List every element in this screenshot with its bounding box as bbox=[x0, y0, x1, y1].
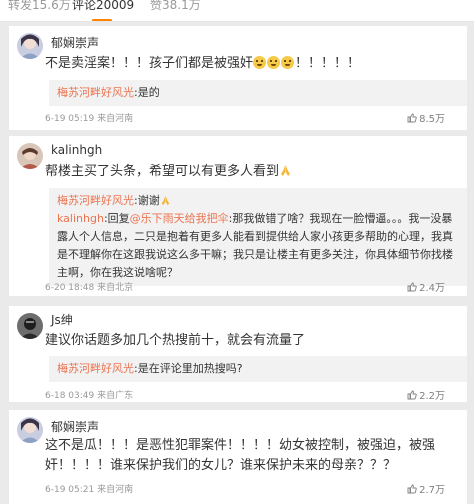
thumbs-up-icon bbox=[407, 282, 417, 292]
comment-text: 不是卖淫案！！！孩子们都是被强奸！！！！！ bbox=[45, 56, 361, 71]
reply-item: kalinhgh:回复@乐下雨天给我把伞:那我做错了啥？我现在一脸懵逼。。。我一… bbox=[57, 212, 453, 279]
tab-comments[interactable]: 评论20009 bbox=[72, 0, 134, 13]
grin-emoji-icon bbox=[253, 56, 267, 69]
like-button[interactable]: 2.4万 bbox=[407, 279, 445, 294]
comment-item: kalinhgh 帮楼主买了头条，希望可以有更多人看到 梅苏河畔好风光:谢谢 k… bbox=[9, 136, 467, 296]
reply-box: 梅苏河畔好风光:是在评论里加热搜吗? bbox=[49, 356, 467, 382]
reply-username[interactable]: 梅苏河畔好风光 bbox=[57, 194, 134, 207]
tab-reposts[interactable]: 转发15.6万 bbox=[8, 0, 71, 13]
comment-username[interactable]: kalinhgh bbox=[51, 143, 102, 157]
reply-username[interactable]: kalinhgh bbox=[57, 212, 104, 225]
reply-item: 梅苏河畔好风光:是的 bbox=[57, 86, 160, 99]
reply-username[interactable]: 梅苏河畔好风光 bbox=[57, 86, 134, 99]
avatar[interactable] bbox=[17, 313, 43, 339]
comment-text: 帮楼主买了头条，希望可以有更多人看到 bbox=[45, 162, 455, 182]
comment-text: 建议你话题多加几个热搜前十，就会有流量了 bbox=[45, 333, 306, 348]
comment-item: 郁娴崇声 这不是瓜！！！是恶性犯罪案件！！！！幼女被控制，被强迫，被强奸！！！！… bbox=[9, 410, 467, 504]
comment-meta: 6-19 05:19 来自河南 bbox=[45, 114, 134, 124]
comment-meta: 6-18 03:49 来自广东 bbox=[45, 391, 134, 401]
grin-emoji-icon bbox=[267, 56, 281, 69]
thumbs-up-icon bbox=[407, 390, 417, 400]
grin-emoji-icon bbox=[281, 56, 295, 69]
like-count: 8.5万 bbox=[419, 114, 445, 125]
like-button[interactable]: 2.2万 bbox=[407, 387, 445, 402]
comment-meta: 6-20 18:48 来自北京 bbox=[45, 283, 134, 293]
comment-item: 郁娴崇声 不是卖淫案！！！孩子们都是被强奸！！！！！ 梅苏河畔好风光:是的 6-… bbox=[9, 26, 467, 130]
reply-box: 梅苏河畔好风光:谢谢 kalinhgh:回复@乐下雨天给我把伞:那我做错了啥？我… bbox=[49, 188, 467, 286]
comment-username[interactable]: 郁娴崇声 bbox=[51, 34, 99, 51]
avatar[interactable] bbox=[17, 33, 43, 59]
comment-text: 这不是瓜！！！是恶性犯罪案件！！！！幼女被控制，被强迫，被强奸！！！！谁来保护我… bbox=[45, 438, 436, 473]
like-button[interactable]: 8.5万 bbox=[407, 110, 445, 125]
active-tab-indicator bbox=[92, 19, 112, 21]
like-count: 2.2万 bbox=[419, 391, 445, 402]
comment-item: Js绅 建议你话题多加几个热搜前十，就会有流量了 梅苏河畔好风光:是在评论里加热… bbox=[9, 306, 467, 402]
tab-likes[interactable]: 赞38.1万 bbox=[150, 0, 201, 13]
comment-tab-bar: 转发15.6万 评论20009 赞38.1万 bbox=[0, 0, 474, 22]
comment-meta: 6-19 05:21 来自河南 bbox=[45, 485, 134, 495]
mention-link[interactable]: @乐下雨天给我把伞 bbox=[130, 212, 229, 225]
avatar[interactable] bbox=[17, 417, 43, 443]
comment-username[interactable]: 郁娴崇声 bbox=[51, 418, 99, 435]
like-count: 2.4万 bbox=[419, 283, 445, 294]
thumbs-up-icon bbox=[407, 484, 417, 494]
pray-emoji-icon bbox=[281, 165, 291, 176]
avatar[interactable] bbox=[17, 143, 43, 169]
reply-item: 梅苏河畔好风光:是在评论里加热搜吗? bbox=[57, 362, 243, 375]
pray-emoji-icon bbox=[161, 195, 170, 206]
reply-item: 梅苏河畔好风光:谢谢 bbox=[57, 192, 459, 210]
thumbs-up-icon bbox=[407, 113, 417, 123]
comment-username[interactable]: Js绅 bbox=[51, 311, 73, 328]
like-button[interactable]: 2.7万 bbox=[407, 481, 445, 496]
reply-username[interactable]: 梅苏河畔好风光 bbox=[57, 362, 134, 375]
like-count: 2.7万 bbox=[419, 485, 445, 496]
reply-box: 梅苏河畔好风光:是的 bbox=[49, 80, 467, 106]
